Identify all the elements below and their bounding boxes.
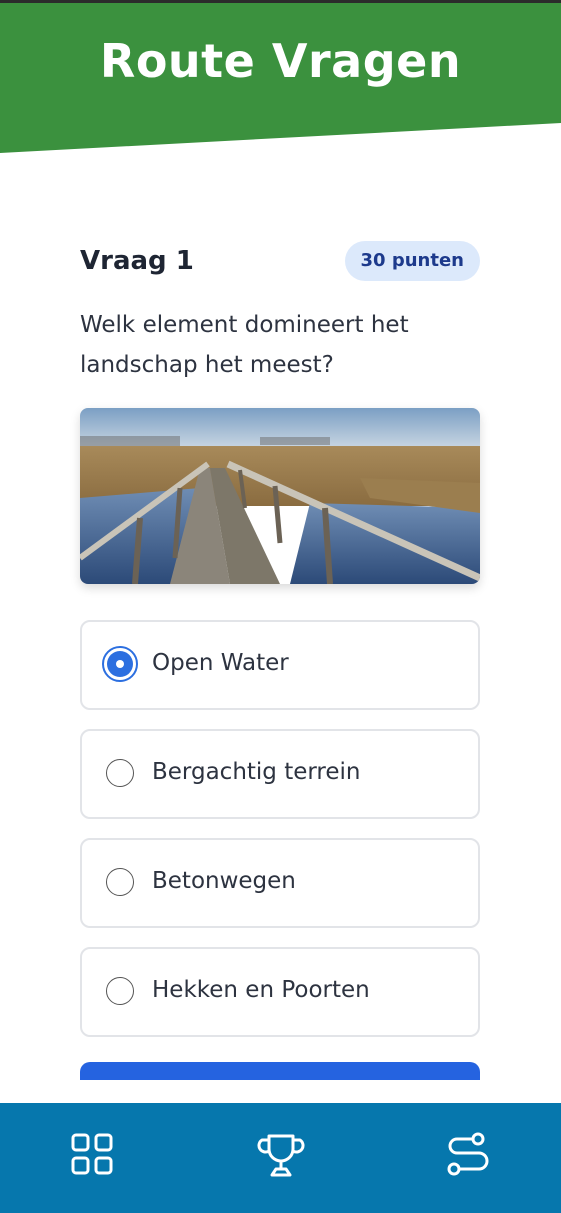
radio-unselected-icon[interactable] — [106, 759, 134, 787]
page-title: Route Vragen — [99, 34, 462, 88]
points-badge: 30 punten — [344, 241, 480, 281]
answer-option-hekken-en-poorten[interactable]: Hekken en Poorten — [80, 947, 480, 1037]
radio-unselected-icon[interactable] — [106, 868, 134, 896]
bottom-navigation — [0, 1103, 561, 1213]
answer-label: Open Water — [152, 650, 289, 676]
trophy-icon — [257, 1134, 305, 1177]
question-text: Welk element domineert het landschap het… — [80, 312, 409, 378]
answer-option-open-water[interactable]: Open Water — [80, 620, 480, 710]
question-title: Vraag 1 — [80, 246, 194, 276]
answer-option-bergachtig-terrein[interactable]: Bergachtig terrein — [80, 729, 480, 819]
radio-unselected-icon[interactable] — [106, 977, 134, 1005]
answer-option-betonwegen[interactable]: Betonwegen — [80, 838, 480, 928]
nav-leaderboard-button[interactable] — [256, 1131, 306, 1181]
submit-button[interactable] — [80, 1062, 480, 1080]
question-header: Vraag 1 30 punten — [80, 241, 480, 283]
question-content[interactable]: Vraag 1 30 punten Welk element domineert… — [0, 153, 561, 1080]
radio-selected-icon[interactable] — [102, 646, 138, 682]
answer-label: Bergachtig terrein — [152, 759, 361, 785]
grid-icon — [71, 1133, 113, 1175]
boardwalk-wetland-photo — [80, 408, 480, 584]
window-top-border — [0, 0, 561, 3]
route-icon — [447, 1132, 489, 1176]
nav-overview-button[interactable] — [69, 1131, 119, 1181]
answer-label: Hekken en Poorten — [152, 977, 370, 1003]
answer-label: Betonwegen — [152, 868, 296, 894]
nav-route-button[interactable] — [443, 1131, 493, 1181]
